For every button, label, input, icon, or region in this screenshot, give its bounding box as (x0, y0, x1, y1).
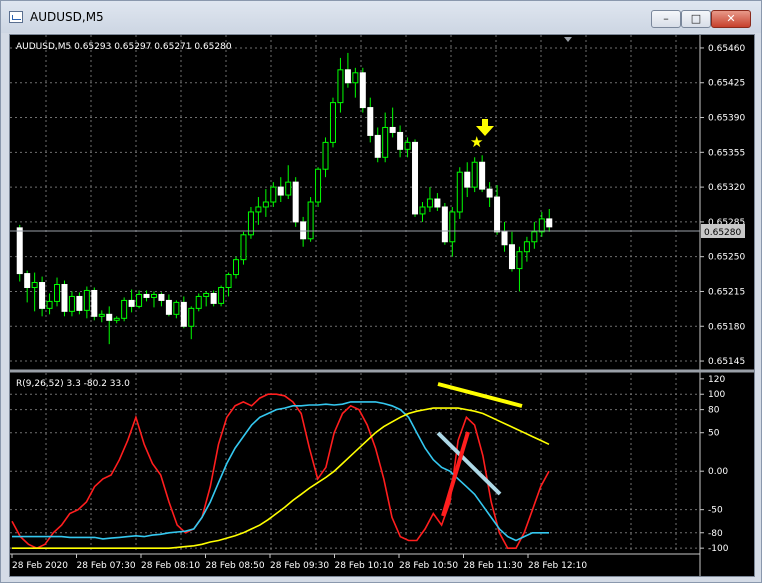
oscillator-header: R(9,26,52) 3.3 -80.2 33.0 (16, 379, 130, 389)
candle (359, 67, 366, 113)
time-tick-label: 28 Feb 10:50 (399, 561, 458, 571)
time-tick-label: 28 Feb 12:10 (528, 561, 587, 571)
title-bar[interactable]: AUDUSD,M5 – □ ✕ (1, 1, 761, 33)
candle (315, 167, 322, 207)
candle (240, 231, 247, 265)
price-tick-label: 0.65460 (708, 44, 745, 54)
star-icon: ★ (470, 133, 483, 151)
oscillator-tick-label: 50 (708, 429, 720, 439)
oscillator-tick-label: -80 (708, 529, 723, 539)
chart-header: AUDUSD,M5 0.65293 0.65297 0.65271 0.6528… (16, 42, 232, 52)
time-tick-label: 28 Feb 11:30 (464, 561, 523, 571)
minimize-button[interactable]: – (651, 10, 681, 28)
oscillator-tick-label: 100 (708, 390, 725, 400)
candle (218, 285, 225, 307)
window-title: AUDUSD,M5 (30, 10, 104, 24)
candle (412, 139, 419, 217)
price-tick-label: 0.65425 (708, 79, 745, 89)
oscillator-tick-label: -50 (708, 506, 723, 516)
chart-window-icon (9, 11, 23, 23)
chart-area[interactable]: 0.65460 0.65425 0.65390 0.65355 0.65320 0.652… (9, 34, 755, 577)
candle (61, 280, 68, 317)
candle (247, 206, 254, 239)
time-tick-label: 28 Feb 08:50 (206, 561, 265, 571)
candle (471, 157, 478, 193)
candle (16, 224, 23, 282)
candle (456, 167, 463, 219)
candle (307, 197, 314, 242)
close-button[interactable]: ✕ (711, 10, 751, 28)
close-icon: ✕ (726, 12, 736, 25)
maximize-icon: □ (690, 12, 702, 25)
maximize-button[interactable]: □ (681, 10, 711, 28)
price-tick-label: 0.65390 (708, 114, 745, 124)
price-tick-label: 0.65180 (708, 322, 745, 332)
minimize-icon: – (663, 12, 669, 25)
candle (292, 177, 299, 227)
candle (195, 293, 202, 312)
oscillator-tick-label: 80 (708, 406, 720, 416)
oscillator-tick-label: 120 (708, 375, 725, 385)
time-tick-label: 28 Feb 2020 (12, 561, 68, 571)
price-tick-label: 0.65215 (708, 287, 745, 297)
candle (121, 297, 128, 322)
price-tick-label: 0.65320 (708, 183, 745, 193)
price-tick-label: 0.65250 (708, 253, 745, 263)
candle (329, 97, 336, 148)
time-tick-label: 28 Feb 09:30 (270, 561, 329, 571)
candle (91, 287, 98, 321)
price-tick-label: 0.65145 (708, 357, 745, 367)
time-tick-label: 28 Feb 08:10 (141, 561, 200, 571)
oscillator-tick-label: -100 (708, 544, 729, 554)
oscillator-tick-label: 0.00 (708, 467, 728, 477)
price-tick-label: 0.65355 (708, 148, 745, 158)
chart-canvas[interactable]: 0.65460 0.65425 0.65390 0.65355 0.65320 0.652… (10, 35, 754, 576)
chart-window: AUDUSD,M5 – □ ✕ 0.65460 0.65425 0.65390 0.6… (0, 0, 762, 583)
current-price-label: 0.65280 (704, 228, 741, 238)
time-tick-label: 28 Feb 10:10 (335, 561, 394, 571)
candle (441, 203, 448, 245)
time-tick-label: 28 Feb 07:30 (77, 561, 136, 571)
